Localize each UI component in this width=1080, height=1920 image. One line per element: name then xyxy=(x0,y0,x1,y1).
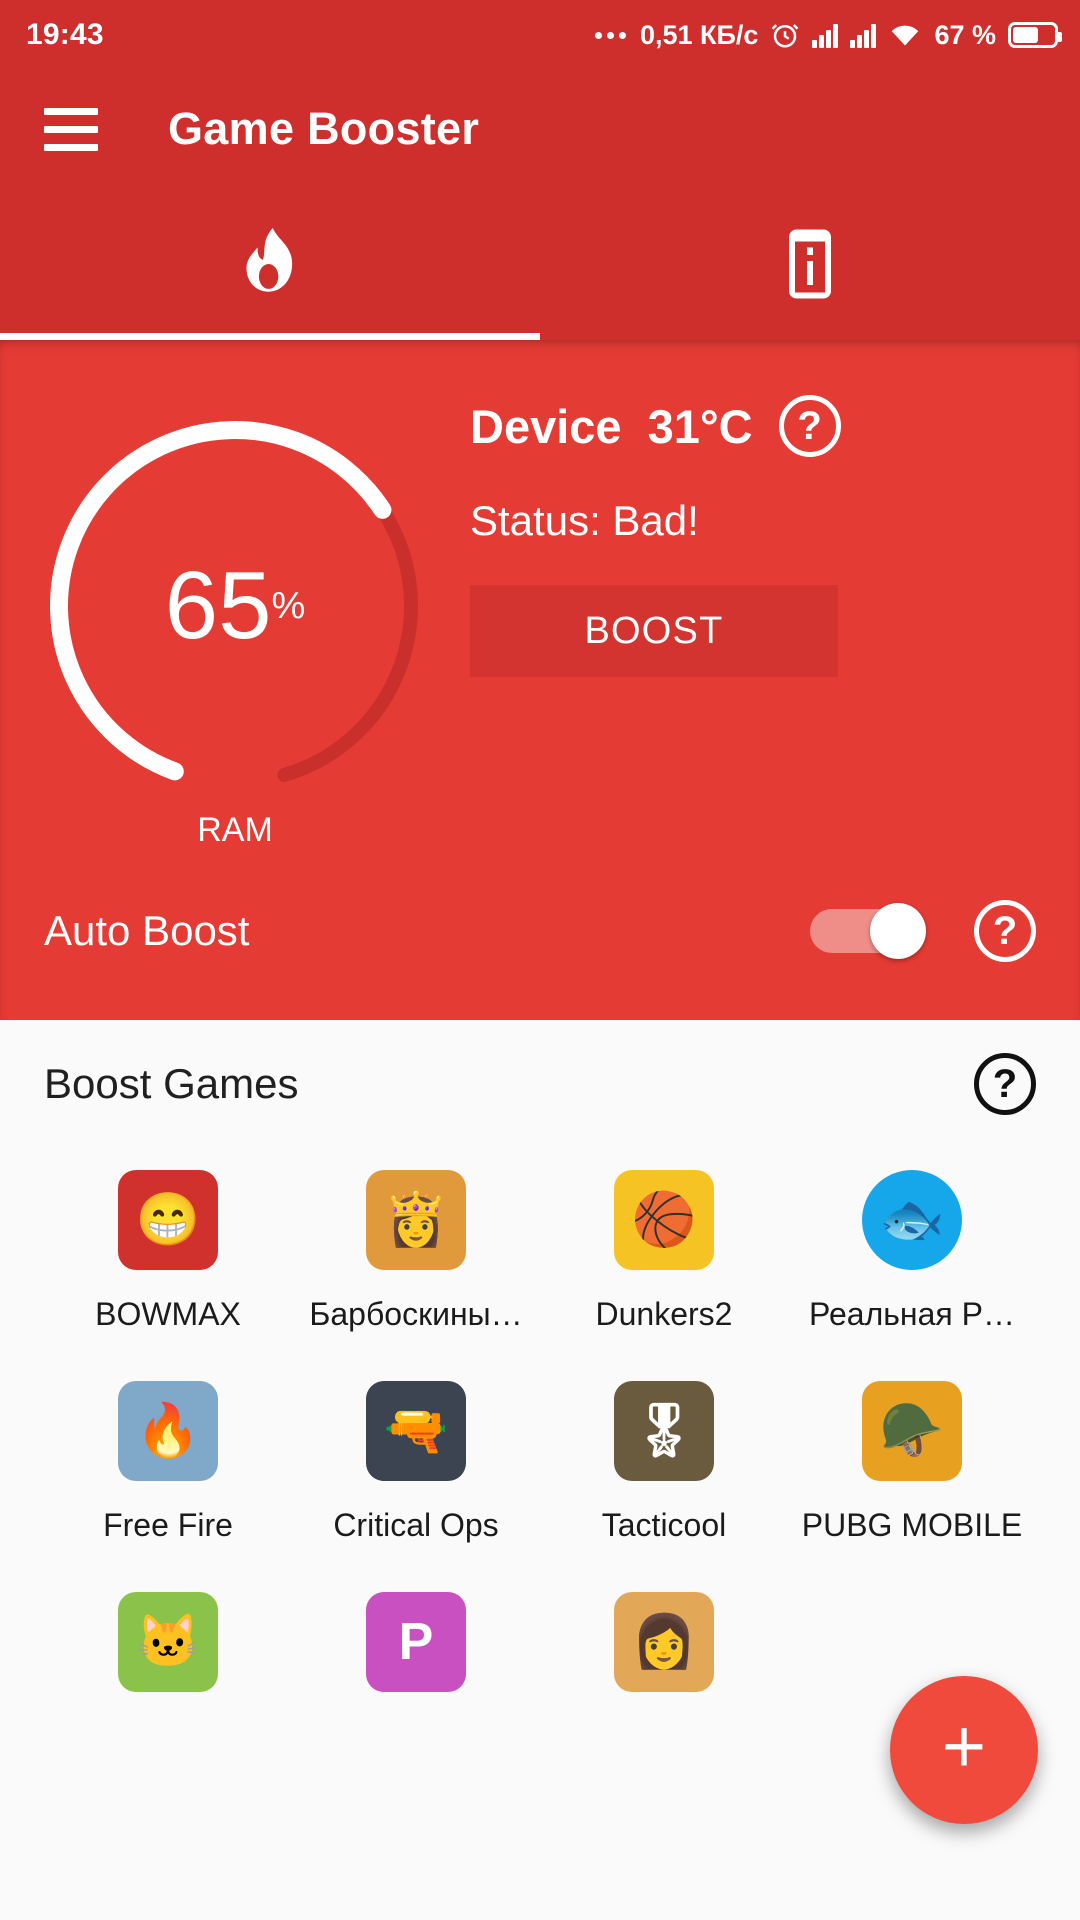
sniper-girl-app-icon: 👩 xyxy=(614,1592,714,1692)
tab-boost[interactable] xyxy=(0,188,540,340)
auto-boost-row: Auto Boost ? xyxy=(0,900,1080,962)
game-cell[interactable]: 🐟 Реальная Р… xyxy=(788,1170,1036,1333)
game-name-label: Реальная Р… xyxy=(809,1296,1015,1332)
tab-device-info[interactable] xyxy=(540,188,1080,340)
game-icon-glyph: 🏀 xyxy=(631,1191,697,1249)
alarm-icon xyxy=(770,20,800,50)
signal-sim1-icon xyxy=(812,22,839,48)
game-cell[interactable]: 👩 xyxy=(540,1592,788,1718)
picsart-app-icon: P xyxy=(366,1592,466,1692)
game-cell[interactable]: 🏀 Dunkers2 xyxy=(540,1170,788,1333)
game-icon-glyph: 🐟 xyxy=(879,1191,945,1249)
auto-boost-help-icon[interactable]: ? xyxy=(974,900,1036,962)
battery-icon xyxy=(1008,22,1062,48)
game-icon-glyph: 🔫 xyxy=(383,1402,449,1460)
battery-percent-text: 67 % xyxy=(934,19,996,50)
game-name-label: PUBG MOBILE xyxy=(801,1507,1023,1543)
boost-games-header: Boost Games ? xyxy=(44,1020,1036,1148)
ram-gauge-wrapper: 65% RAM xyxy=(0,340,470,860)
status-bar: 19:43 0,51 КБ/с 67 % xyxy=(0,0,1080,70)
pubg-mobile-app-icon: 🪖 xyxy=(862,1381,962,1481)
device-info-block: Device 31°C ? Status: Bad! BOOST xyxy=(470,340,1080,860)
barboskiny-app-icon: 👸 xyxy=(366,1170,466,1270)
boost-games-title: Boost Games xyxy=(44,1060,299,1107)
game-icon-glyph: 🎖 xyxy=(630,1402,697,1460)
phone-info-icon xyxy=(789,229,831,299)
realnaya-rybalka-icon: 🐟 xyxy=(862,1170,962,1270)
wifi-icon xyxy=(888,21,922,49)
tacticool-app-icon: 🎖 xyxy=(614,1381,714,1481)
tab-bar xyxy=(0,188,1080,340)
game-cell[interactable]: 😁 BOWMAX xyxy=(44,1170,292,1333)
ram-gauge: 65% RAM xyxy=(35,406,435,849)
signal-sim2-icon xyxy=(850,22,877,48)
game-cell[interactable]: 🔫 Critical Ops xyxy=(292,1381,540,1544)
game-name-label: Барбоскины… xyxy=(309,1296,523,1332)
device-temperature-value: 31°C xyxy=(647,399,753,453)
game-icon-glyph: 🐱 xyxy=(135,1613,201,1671)
game-cell[interactable]: 👸 Барбоскины… xyxy=(292,1170,540,1333)
auto-boost-toggle[interactable] xyxy=(810,903,926,959)
dunkers2-app-icon: 🏀 xyxy=(614,1170,714,1270)
ram-gauge-readout: 65% xyxy=(35,406,435,806)
game-cell[interactable]: 🐱 xyxy=(44,1592,292,1718)
ram-percent-unit: % xyxy=(271,584,306,627)
game-name-label: Free Fire xyxy=(103,1507,233,1543)
game-name-label: Dunkers2 xyxy=(595,1296,733,1332)
ram-gauge-label: RAM xyxy=(197,811,273,849)
add-game-fab[interactable]: + xyxy=(890,1676,1038,1824)
device-status-text: Status: Bad! xyxy=(470,497,699,544)
ram-percent-value: 65 xyxy=(164,552,272,659)
game-cell[interactable]: P xyxy=(292,1592,540,1718)
boost-panel: 65% RAM Device 31°C ? Status: Bad! BOOST… xyxy=(0,340,1080,1020)
boost-games-grid: 😁 BOWMAX 👸 Барбоскины… 🏀 Dunkers2 🐟 Реальная Р…… xyxy=(44,1148,1036,1718)
page-title: Game Booster xyxy=(168,103,480,154)
auto-boost-label: Auto Boost xyxy=(44,907,250,954)
auto-boost-toggle-thumb xyxy=(870,903,926,959)
game-name-label: Tacticool xyxy=(601,1507,727,1543)
boost-games-help-icon[interactable]: ? xyxy=(974,1053,1036,1115)
game-icon-glyph: P xyxy=(398,1613,434,1671)
game-cell[interactable]: 🪖 PUBG MOBILE xyxy=(788,1381,1036,1544)
game-name-label: Critical Ops xyxy=(333,1507,499,1543)
game-icon-glyph: 👸 xyxy=(383,1191,449,1249)
plus-icon: + xyxy=(941,1704,987,1789)
game-icon-glyph: 🔥 xyxy=(135,1402,201,1460)
more-dots-icon xyxy=(594,31,626,39)
game-icon-glyph: 👩 xyxy=(631,1613,697,1671)
flame-icon xyxy=(246,228,293,292)
device-help-icon[interactable]: ? xyxy=(778,395,841,457)
game-icon-glyph: 😁 xyxy=(135,1191,201,1249)
critical-ops-app-icon: 🔫 xyxy=(366,1381,466,1481)
hamburger-menu-icon[interactable] xyxy=(44,107,98,151)
status-bar-clock: 19:43 xyxy=(26,18,104,51)
game-cell[interactable]: 🎖 Tacticool xyxy=(540,1381,788,1544)
device-label: Device xyxy=(470,399,622,453)
free-fire-app-icon: 🔥 xyxy=(118,1381,218,1481)
network-speed-text: 0,51 КБ/с xyxy=(639,19,759,50)
boost-panel-top: 65% RAM Device 31°C ? Status: Bad! BOOST xyxy=(0,340,1080,860)
bowmax-app-icon: 😁 xyxy=(118,1170,218,1270)
game-icon-glyph: 🪖 xyxy=(879,1402,945,1460)
boost-button[interactable]: BOOST xyxy=(470,585,838,677)
device-temperature-row: Device 31°C ? xyxy=(470,395,1040,457)
game-cell[interactable]: 🔥 Free Fire xyxy=(44,1381,292,1544)
talking-tom-2-app-icon: 🐱 xyxy=(118,1592,218,1692)
tab-active-indicator xyxy=(0,333,540,340)
game-name-label: BOWMAX xyxy=(95,1296,241,1332)
status-bar-icons: 0,51 КБ/с 67 % xyxy=(594,19,1062,51)
boost-games-section: Boost Games ? 😁 BOWMAX 👸 Барбоскины… 🏀 Dunker… xyxy=(0,1020,1080,1718)
app-toolbar: Game Booster xyxy=(0,70,1080,188)
